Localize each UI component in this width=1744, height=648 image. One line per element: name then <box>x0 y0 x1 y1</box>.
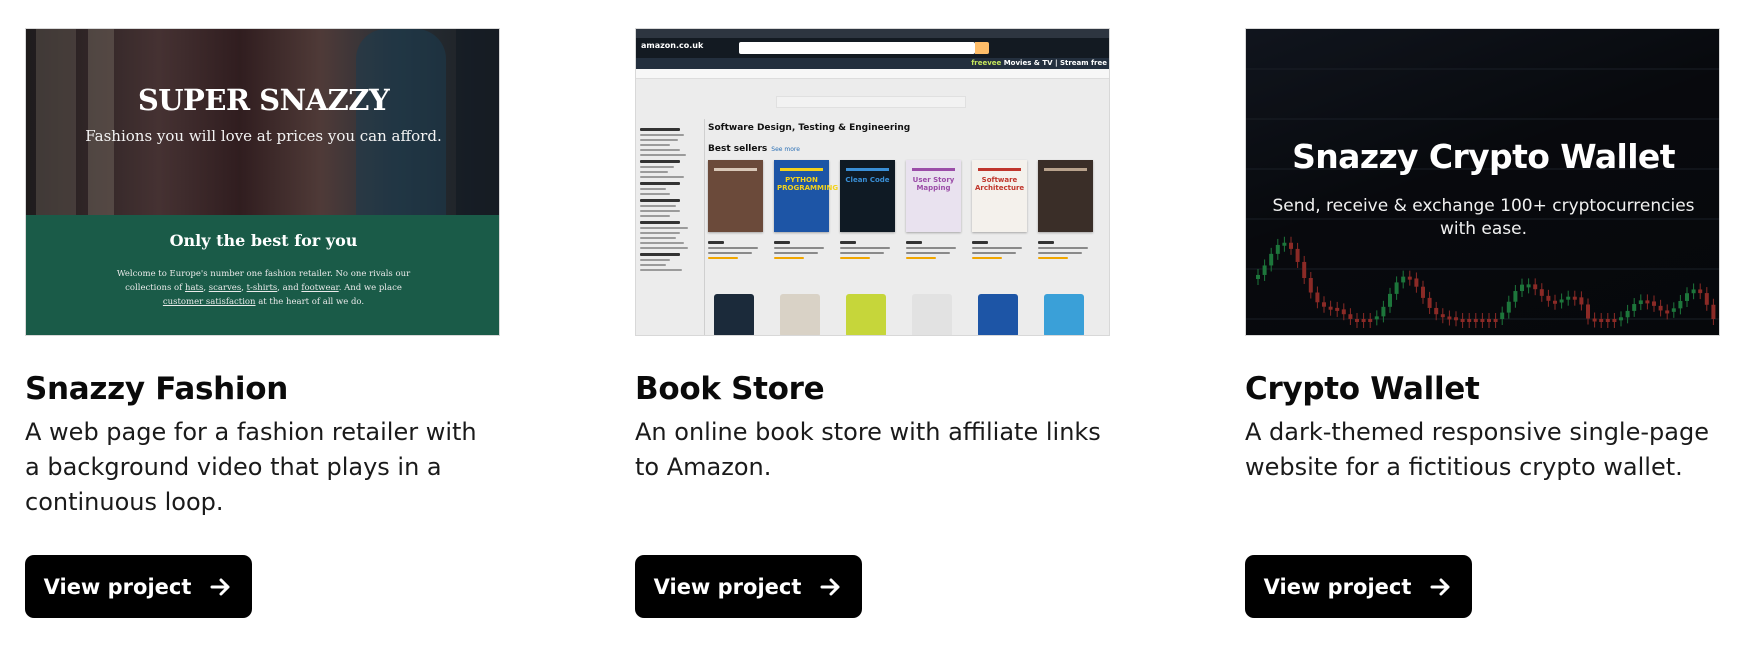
fashion-headline: SUPER SNAZZY <box>137 83 390 117</box>
crypto-subheadline: Send, receive & exchange 100+ cryptocurr… <box>1272 196 1695 239</box>
bookstore-top-banner <box>776 96 966 108</box>
book-meta <box>708 241 763 262</box>
bookstore-sidebar <box>640 124 700 274</box>
view-project-label: View project <box>1263 574 1412 599</box>
book-cover-row2 <box>978 294 1018 335</box>
book-cover-row2 <box>1044 294 1084 335</box>
fashion-body-text: Welcome to Europe's number one fashion r… <box>116 269 411 307</box>
book-cover-title: Software Architecture <box>975 176 1025 192</box>
bookstore-logo: amazon.co.uk <box>641 41 704 50</box>
book-meta <box>774 241 829 262</box>
link-customer-satisfaction: customer satisfaction <box>162 297 256 307</box>
book-cover: Software Architecture <box>972 160 1027 232</box>
crypto-preview: Snazzy Crypto Wallet Send, receive & exc… <box>1246 29 1719 335</box>
book-cover <box>708 160 763 232</box>
book-cover <box>1038 160 1093 232</box>
book-cover-row2 <box>846 294 886 335</box>
project-card-crypto-wallet: Snazzy Crypto Wallet Send, receive & exc… <box>1245 28 1720 628</box>
project-description: A dark-themed responsive single-page web… <box>1245 418 1709 481</box>
view-project-label: View project <box>653 574 802 599</box>
projects-grid: SUPER SNAZZY Fashions you will love at p… <box>25 28 1720 628</box>
book-cover-title: User Story Mapping <box>912 176 955 192</box>
arrow-right-icon <box>1430 578 1450 595</box>
crypto-headline: Snazzy Crypto Wallet <box>1292 137 1675 176</box>
bookstore-preview: amazon.co.uk freevee Movies & TV | Strea… <box>636 29 1109 335</box>
link-tshirts: t-shirts <box>246 283 278 293</box>
link-footwear: footwear <box>301 283 339 293</box>
book-meta <box>906 241 961 262</box>
bookstore-best-sellers: Best sellers See more <box>708 144 800 154</box>
book-meta <box>972 241 1027 262</box>
project-thumbnail[interactable]: SUPER SNAZZY Fashions you will love at p… <box>25 28 500 336</box>
fashion-hero-image: SUPER SNAZZY Fashions you will love at p… <box>26 29 499 215</box>
link-hats: hats <box>185 283 204 293</box>
project-title: Book Store <box>635 371 825 407</box>
book-cover-title: Clean Code <box>845 176 890 184</box>
bookstore-search-bar <box>739 42 975 54</box>
view-project-button[interactable]: View project <box>635 555 862 618</box>
book-cover-row2 <box>912 294 952 335</box>
fashion-green-band: Only the best for you Welcome to Europe'… <box>26 215 499 335</box>
project-thumbnail[interactable]: amazon.co.uk freevee Movies & TV | Strea… <box>635 28 1110 336</box>
link-scarves: scarves <box>208 283 242 293</box>
fashion-section-heading: Only the best for you <box>169 231 358 250</box>
book-cover-title: PYTHON PROGRAMMING <box>777 176 839 192</box>
project-description: An online book store with affiliate link… <box>635 418 1101 481</box>
search-icon <box>975 42 989 54</box>
book-meta <box>840 241 895 262</box>
project-card-snazzy-fashion: SUPER SNAZZY Fashions you will love at p… <box>25 28 500 628</box>
project-title: Crypto Wallet <box>1245 371 1480 407</box>
view-project-button[interactable]: View project <box>1245 555 1472 618</box>
book-cover: PYTHON PROGRAMMING <box>774 160 839 232</box>
book-cover: User Story Mapping <box>906 160 961 232</box>
book-cover: Clean Code <box>840 160 895 232</box>
arrow-right-icon <box>820 578 840 595</box>
fashion-tagline: Fashions you will love at prices you can… <box>85 127 442 145</box>
view-project-label: View project <box>43 574 192 599</box>
arrow-right-icon <box>210 578 230 595</box>
project-title: Snazzy Fashion <box>25 371 288 407</box>
project-thumbnail[interactable]: Snazzy Crypto Wallet Send, receive & exc… <box>1245 28 1720 336</box>
book-cover-row2 <box>714 294 754 335</box>
project-description: A web page for a fashion retailer with a… <box>25 418 477 516</box>
bookstore-section-title: Software Design, Testing & Engineering <box>708 123 911 133</box>
book-meta <box>1038 241 1093 262</box>
promo-banner: freevee Movies & TV | Stream free <box>971 59 1107 67</box>
view-project-button[interactable]: View project <box>25 555 252 618</box>
book-cover-row2 <box>780 294 820 335</box>
project-card-book-store: amazon.co.uk freevee Movies & TV | Strea… <box>635 28 1110 628</box>
